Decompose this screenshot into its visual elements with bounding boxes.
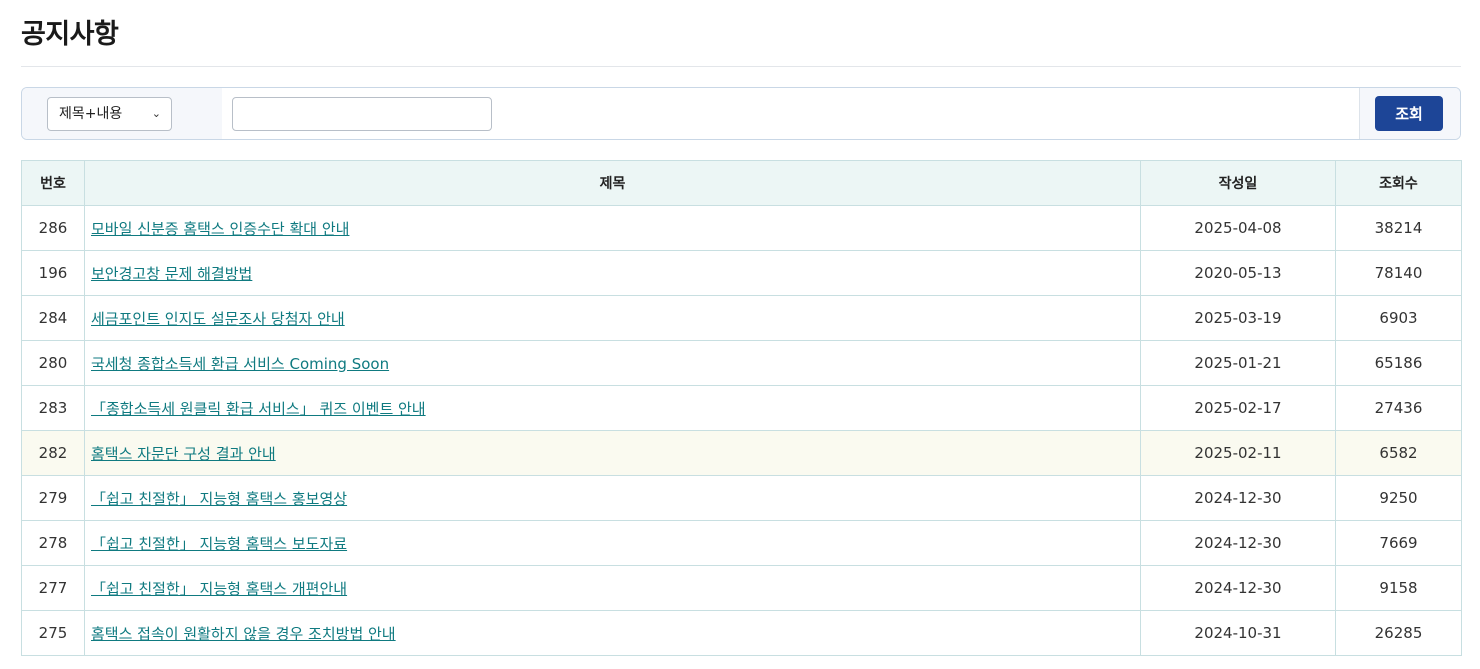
post-title-link[interactable]: 「쉽고 친절한」 지능형 홈택스 개편안내	[91, 580, 347, 598]
column-header-number: 번호	[21, 160, 85, 206]
post-date: 2025-03-19	[1140, 295, 1336, 341]
search-filter-area: 제목+내용 ⌄	[22, 88, 222, 139]
post-number: 277	[21, 565, 85, 611]
table-row: 277 「쉽고 친절한」 지능형 홈택스 개편안내 2024-12-30 915…	[21, 565, 1462, 611]
search-button-area: 조회	[1359, 88, 1460, 139]
post-title-cell: 보안경고창 문제 해결방법	[84, 250, 1141, 296]
post-views: 26285	[1335, 610, 1462, 656]
post-title-cell: 홈택스 접속이 원활하지 않을 경우 조치방법 안내	[84, 610, 1141, 656]
search-input[interactable]	[232, 97, 492, 131]
search-type-select[interactable]: 제목+내용 ⌄	[47, 97, 172, 131]
column-header-date: 작성일	[1140, 160, 1336, 206]
column-header-title: 제목	[84, 160, 1141, 206]
post-views: 65186	[1335, 340, 1462, 386]
post-views: 6903	[1335, 295, 1462, 341]
search-type-value: 제목+내용	[59, 106, 123, 122]
post-number: 278	[21, 520, 85, 566]
post-views: 9250	[1335, 475, 1462, 521]
post-date: 2024-12-30	[1140, 475, 1336, 521]
table-header-row: 번호 제목 작성일 조회수	[21, 160, 1462, 206]
post-title-link[interactable]: 홈택스 접속이 원활하지 않을 경우 조치방법 안내	[91, 625, 396, 643]
post-number: 283	[21, 385, 85, 431]
table-row: 280 국세청 종합소득세 환급 서비스 Coming Soon 2025-01…	[21, 340, 1462, 386]
table-row: 286 모바일 신분증 홈택스 인증수단 확대 안내 2025-04-08 38…	[21, 205, 1462, 251]
post-number: 282	[21, 430, 85, 476]
post-title-link[interactable]: 「쉽고 친절한」 지능형 홈택스 보도자료	[91, 535, 347, 553]
table-row: 283 「종합소득세 원클릭 환급 서비스」 퀴즈 이벤트 안내 2025-02…	[21, 385, 1462, 431]
post-number: 280	[21, 340, 85, 386]
column-header-views: 조회수	[1335, 160, 1462, 206]
post-date: 2020-05-13	[1140, 250, 1336, 296]
post-date: 2025-01-21	[1140, 340, 1336, 386]
table-row-hovered: 282 홈택스 자문단 구성 결과 안내 2025-02-11 6582	[21, 430, 1462, 476]
post-views: 9158	[1335, 565, 1462, 611]
search-button[interactable]: 조회	[1375, 96, 1443, 131]
post-views: 38214	[1335, 205, 1462, 251]
post-title-link[interactable]: 「종합소득세 원클릭 환급 서비스」 퀴즈 이벤트 안내	[91, 400, 426, 418]
post-title-link[interactable]: 「쉽고 친절한」 지능형 홈택스 홍보영상	[91, 490, 347, 508]
post-number: 275	[21, 610, 85, 656]
post-number: 279	[21, 475, 85, 521]
post-title-cell: 세금포인트 인지도 설문조사 당첨자 안내	[84, 295, 1141, 341]
post-number: 284	[21, 295, 85, 341]
post-title-cell: 「쉽고 친절한」 지능형 홈택스 보도자료	[84, 520, 1141, 566]
post-number: 196	[21, 250, 85, 296]
page-title: 공지사항	[21, 19, 119, 50]
post-views: 6582	[1335, 430, 1462, 476]
post-views: 7669	[1335, 520, 1462, 566]
title-divider	[21, 66, 1461, 67]
post-title-cell: 국세청 종합소득세 환급 서비스 Coming Soon	[84, 340, 1141, 386]
post-title-link[interactable]: 보안경고창 문제 해결방법	[91, 265, 252, 283]
post-title-link[interactable]: 국세청 종합소득세 환급 서비스 Coming Soon	[91, 355, 389, 373]
post-date: 2025-04-08	[1140, 205, 1336, 251]
table-row: 279 「쉽고 친절한」 지능형 홈택스 홍보영상 2024-12-30 925…	[21, 475, 1462, 521]
table-row: 278 「쉽고 친절한」 지능형 홈택스 보도자료 2024-12-30 766…	[21, 520, 1462, 566]
table-row: 196 보안경고창 문제 해결방법 2020-05-13 78140	[21, 250, 1462, 296]
post-title-link[interactable]: 홈택스 자문단 구성 결과 안내	[91, 445, 276, 463]
post-number: 286	[21, 205, 85, 251]
post-title-cell: 「쉽고 친절한」 지능형 홈택스 홍보영상	[84, 475, 1141, 521]
chevron-down-icon: ⌄	[151, 107, 161, 120]
post-date: 2025-02-17	[1140, 385, 1336, 431]
table-row: 284 세금포인트 인지도 설문조사 당첨자 안내 2025-03-19 690…	[21, 295, 1462, 341]
post-title-cell: 홈택스 자문단 구성 결과 안내	[84, 430, 1141, 476]
post-views: 27436	[1335, 385, 1462, 431]
post-title-link[interactable]: 세금포인트 인지도 설문조사 당첨자 안내	[91, 310, 345, 328]
post-date: 2025-02-11	[1140, 430, 1336, 476]
post-views: 78140	[1335, 250, 1462, 296]
table-row: 275 홈택스 접속이 원활하지 않을 경우 조치방법 안내 2024-10-3…	[21, 610, 1462, 656]
post-title-cell: 「종합소득세 원클릭 환급 서비스」 퀴즈 이벤트 안내	[84, 385, 1141, 431]
notice-table: 번호 제목 작성일 조회수 286 모바일 신분증 홈택스 인증수단 확대 안내…	[21, 160, 1462, 656]
post-title-link[interactable]: 모바일 신분증 홈택스 인증수단 확대 안내	[91, 220, 349, 238]
post-title-cell: 「쉽고 친절한」 지능형 홈택스 개편안내	[84, 565, 1141, 611]
search-bar: 제목+내용 ⌄ 조회	[21, 87, 1461, 140]
post-date: 2024-12-30	[1140, 565, 1336, 611]
post-title-cell: 모바일 신분증 홈택스 인증수단 확대 안내	[84, 205, 1141, 251]
post-date: 2024-10-31	[1140, 610, 1336, 656]
post-date: 2024-12-30	[1140, 520, 1336, 566]
